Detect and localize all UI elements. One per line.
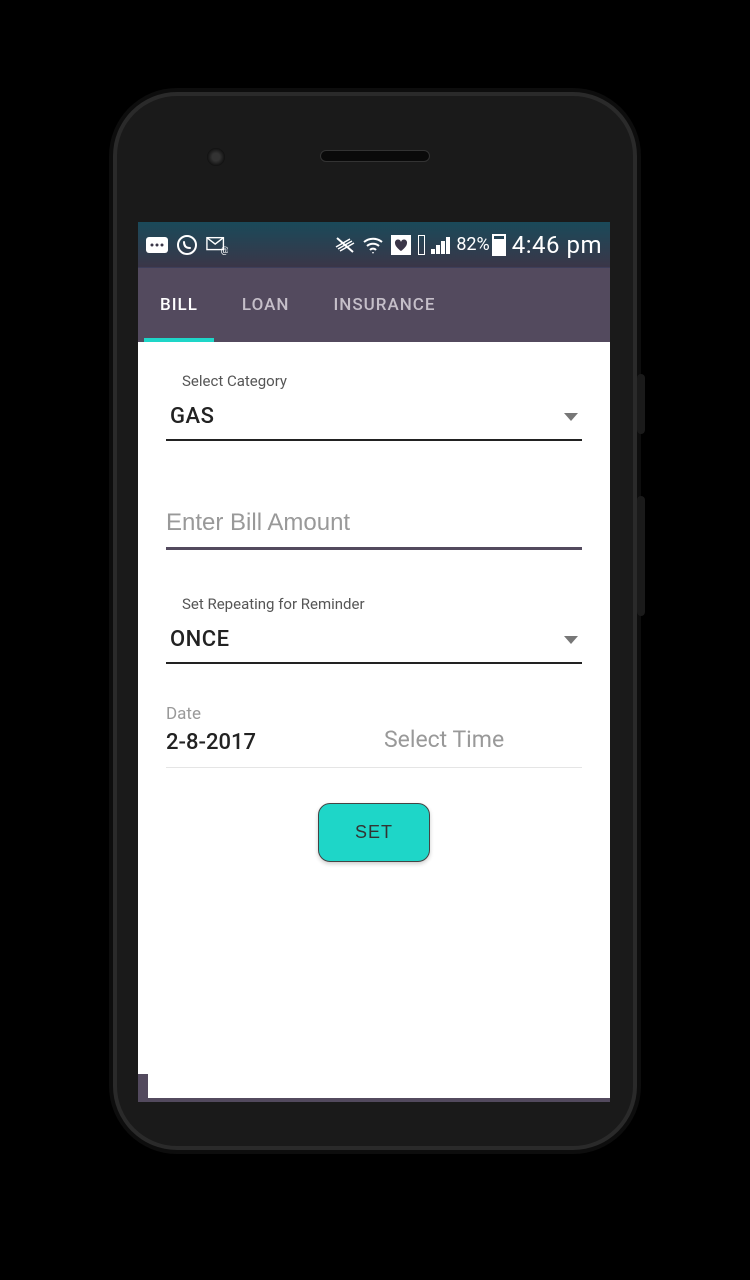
battery-icon xyxy=(492,234,506,256)
phone-frame: @ 82% xyxy=(117,96,633,1146)
time-placeholder: Select Time xyxy=(384,704,582,753)
whatsapp-icon xyxy=(176,234,198,256)
amount-field-wrap xyxy=(166,501,582,550)
signal-icon xyxy=(431,236,450,254)
repeating-value: ONCE xyxy=(170,627,230,652)
battery-percent: 82% xyxy=(456,234,489,255)
tab-bar: BILL LOAN INSURANCE xyxy=(138,267,610,342)
date-label: Date xyxy=(166,704,364,724)
phone-side-button xyxy=(637,496,645,616)
set-button[interactable]: SET xyxy=(318,803,430,862)
heart-icon xyxy=(390,234,412,256)
tab-label: INSURANCE xyxy=(333,295,435,315)
tab-bill[interactable]: BILL xyxy=(138,268,220,342)
submit-wrap: SET xyxy=(166,803,582,862)
tab-loan[interactable]: LOAN xyxy=(220,268,312,342)
category-label: Select Category xyxy=(182,372,582,390)
tab-label: LOAN xyxy=(242,295,290,315)
mail-icon: @ xyxy=(206,234,228,256)
battery-indicator: 82% xyxy=(456,234,505,256)
phone-side-button xyxy=(637,374,645,434)
chevron-down-icon xyxy=(564,636,578,644)
form-content: Select Category GAS Set Repeating for Re… xyxy=(138,342,610,862)
tab-insurance[interactable]: INSURANCE xyxy=(311,268,457,342)
chevron-down-icon xyxy=(564,413,578,421)
status-left-icons: @ xyxy=(146,234,228,256)
category-dropdown[interactable]: GAS xyxy=(166,394,582,441)
screen: @ 82% xyxy=(138,222,610,1102)
date-value: 2-8-2017 xyxy=(166,730,364,755)
status-bar: @ 82% xyxy=(138,222,610,267)
status-right-icons: 82% 4:46 pm xyxy=(334,231,602,259)
category-value: GAS xyxy=(170,404,214,429)
amount-input[interactable] xyxy=(166,501,582,547)
phone-speaker xyxy=(320,150,430,162)
phone-camera xyxy=(207,148,225,166)
clock: 4:46 pm xyxy=(512,231,602,259)
signal-icon xyxy=(418,235,425,255)
wifi-icon xyxy=(362,234,384,256)
tab-label: BILL xyxy=(160,295,198,315)
notification-icon xyxy=(146,234,168,256)
date-time-row: Date 2-8-2017 Select Time xyxy=(166,704,582,768)
repeating-label: Set Repeating for Reminder xyxy=(182,595,582,613)
vibrate-icon xyxy=(334,234,356,256)
date-picker[interactable]: Date 2-8-2017 xyxy=(166,704,364,755)
decorative-edge xyxy=(138,1098,610,1102)
svg-text:@: @ xyxy=(221,246,228,255)
repeating-dropdown[interactable]: ONCE xyxy=(166,617,582,664)
time-picker[interactable]: Select Time xyxy=(384,704,582,755)
